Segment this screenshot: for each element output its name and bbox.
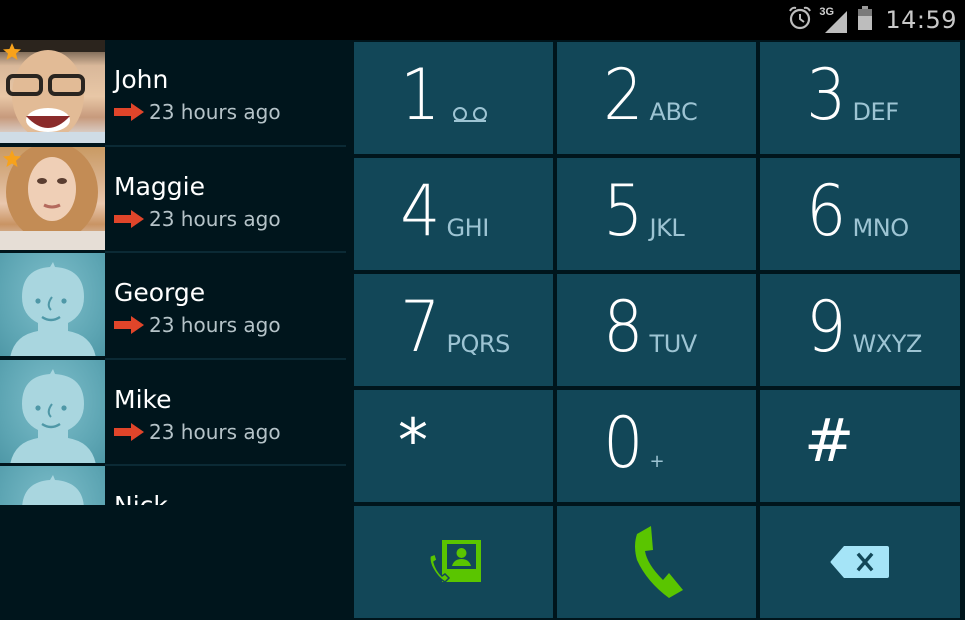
dial-key-9[interactable]: 9 WXYZ bbox=[760, 274, 960, 386]
key-letters: DEF bbox=[852, 98, 899, 126]
alarm-icon bbox=[787, 5, 813, 36]
key-digit: # bbox=[804, 406, 855, 476]
favorite-star-icon bbox=[3, 43, 21, 60]
dial-key-hash[interactable]: # bbox=[760, 390, 960, 502]
recent-calls-panel: John 23 hours ago Maggie 23 hours ago Ge… bbox=[0, 40, 352, 620]
call-button[interactable] bbox=[557, 506, 756, 618]
contact-name: Mike bbox=[114, 384, 172, 414]
recent-call-item[interactable]: Maggie 23 hours ago bbox=[0, 146, 346, 254]
key-letters: WXYZ bbox=[852, 330, 923, 358]
outgoing-call-arrow-icon bbox=[114, 316, 144, 334]
key-digit: 0 bbox=[603, 402, 644, 484]
dial-key-6[interactable]: 6 MNO bbox=[760, 158, 960, 270]
voicemail-icon bbox=[452, 107, 487, 122]
recent-call-item[interactable]: Mike 23 hours ago bbox=[0, 359, 346, 467]
key-letters: GHI bbox=[446, 214, 490, 242]
favorite-star-icon bbox=[3, 149, 21, 167]
key-letters: MNO bbox=[852, 214, 910, 242]
key-letters: ABC bbox=[649, 98, 698, 126]
call-time: 23 hours ago bbox=[149, 206, 281, 231]
outgoing-call-arrow-icon bbox=[114, 422, 144, 441]
default-person-icon bbox=[22, 475, 84, 505]
phone-icon bbox=[634, 526, 683, 598]
contact-name: George bbox=[114, 278, 206, 307]
dial-key-4[interactable]: 4 GHI bbox=[354, 158, 553, 270]
recent-call-item[interactable]: Nick bbox=[0, 466, 346, 505]
recent-call-item[interactable]: George 23 hours ago bbox=[0, 253, 346, 360]
dial-key-star[interactable]: * bbox=[354, 390, 553, 502]
key-letters: TUV bbox=[649, 330, 698, 358]
key-letters: PQRS bbox=[446, 330, 511, 358]
contact-name: Maggie bbox=[114, 171, 205, 201]
dialpad: 1 2 ABC 3 DEF 4 GHI 5 JKL 6 MNO 7 PQRS 8… bbox=[352, 40, 965, 620]
outgoing-call-arrow-icon bbox=[114, 103, 144, 121]
dial-key-5[interactable]: 5 JKL bbox=[557, 158, 756, 270]
outgoing-call-arrow-icon bbox=[114, 209, 144, 228]
contacts-call-icon bbox=[428, 540, 481, 583]
key-letters: JKL bbox=[649, 214, 685, 242]
key-digit: 1 bbox=[400, 54, 441, 136]
clock-time: 14:59 bbox=[885, 6, 957, 34]
contact-avatar[interactable] bbox=[0, 40, 105, 145]
key-digit: * bbox=[398, 406, 428, 476]
dial-key-2[interactable]: 2 ABC bbox=[557, 42, 756, 154]
dial-key-1[interactable]: 1 bbox=[354, 42, 553, 154]
battery-icon bbox=[857, 5, 873, 36]
key-digit: 9 bbox=[806, 286, 847, 368]
default-person-icon bbox=[10, 262, 96, 356]
status-bar: 3G 14:59 bbox=[0, 0, 965, 40]
key-letters: + bbox=[649, 451, 665, 472]
dial-key-3[interactable]: 3 DEF bbox=[760, 42, 960, 154]
contact-avatar[interactable] bbox=[0, 146, 105, 252]
key-digit: 4 bbox=[400, 170, 441, 252]
key-digit: 7 bbox=[400, 286, 441, 368]
dial-key-7[interactable]: 7 PQRS bbox=[354, 274, 553, 386]
call-time: 23 hours ago bbox=[149, 313, 281, 337]
recent-call-item[interactable]: John 23 hours ago bbox=[0, 40, 346, 147]
default-person-icon bbox=[10, 368, 96, 463]
dial-key-0[interactable]: 0 + bbox=[557, 390, 756, 502]
key-digit: 5 bbox=[603, 170, 644, 252]
backspace-icon bbox=[830, 546, 889, 578]
dial-key-8[interactable]: 8 TUV bbox=[557, 274, 756, 386]
contacts-button[interactable] bbox=[354, 506, 553, 618]
signal-3g-icon: 3G bbox=[819, 6, 849, 34]
key-digit: 3 bbox=[806, 54, 847, 136]
call-time: 23 hours ago bbox=[149, 419, 281, 444]
recent-calls-list[interactable]: John 23 hours ago Maggie 23 hours ago Ge… bbox=[0, 40, 346, 505]
key-digit: 8 bbox=[603, 286, 644, 368]
call-time: 23 hours ago bbox=[149, 100, 281, 124]
backspace-button[interactable] bbox=[760, 506, 960, 618]
key-digit: 2 bbox=[603, 54, 644, 136]
contact-name: Nick bbox=[114, 491, 168, 505]
contact-avatar[interactable] bbox=[0, 359, 105, 465]
contact-avatar[interactable] bbox=[0, 253, 105, 358]
key-digit: 6 bbox=[806, 170, 847, 252]
contact-name: John bbox=[114, 65, 169, 94]
contact-avatar[interactable] bbox=[0, 466, 105, 505]
